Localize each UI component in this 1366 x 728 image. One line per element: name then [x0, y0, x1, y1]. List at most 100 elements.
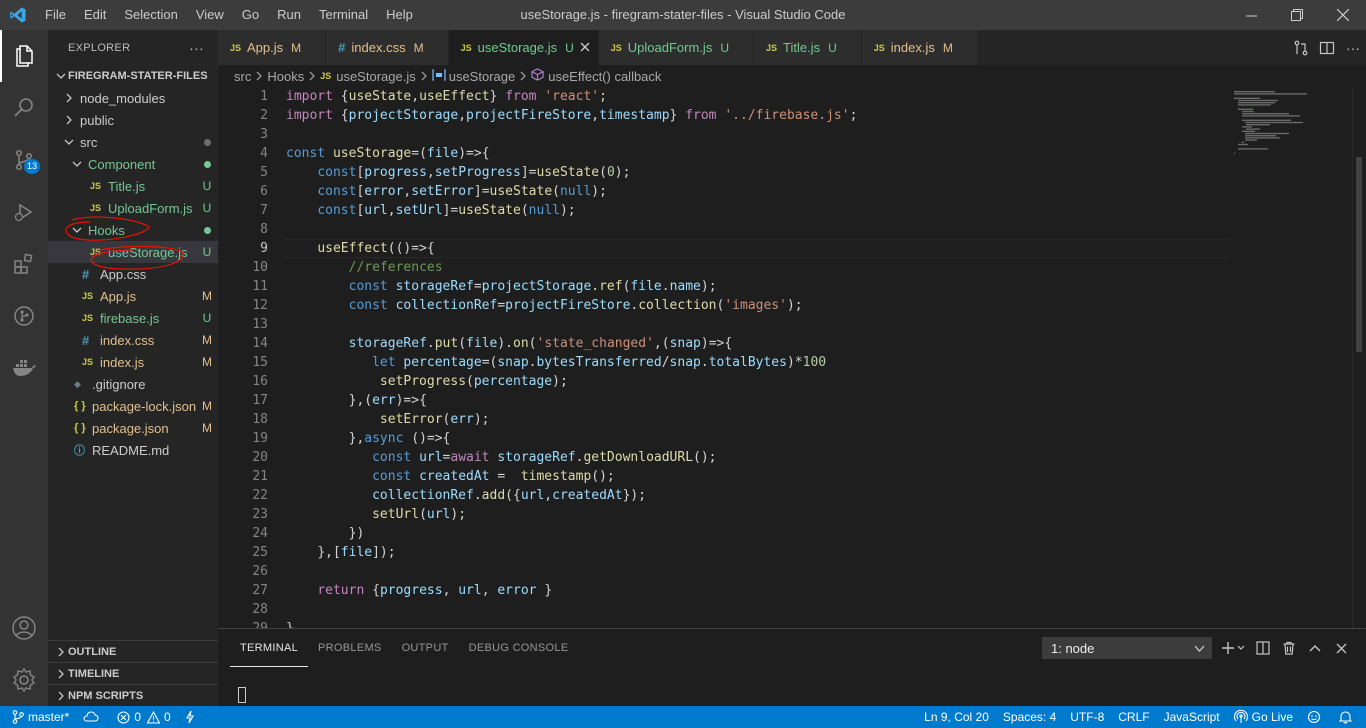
close-window-button[interactable]	[1320, 0, 1366, 30]
close-tab-icon[interactable]	[580, 40, 590, 55]
file-readme-md[interactable]: ⓘ README.md	[48, 439, 218, 461]
more-actions-icon[interactable]: ···	[1340, 40, 1366, 56]
tab-app-js[interactable]: JS App.js M	[218, 30, 327, 65]
file-usestorage-js[interactable]: JS useStorage.js U	[48, 241, 218, 263]
code-line[interactable]: return {progress, url, error }	[286, 581, 1226, 600]
code-line[interactable]: },async ()=>{	[286, 429, 1226, 448]
folder-public[interactable]: public	[48, 109, 218, 131]
tab-index-css[interactable]: # index.css M	[326, 30, 449, 65]
sync-item[interactable]	[76, 706, 110, 728]
code-line[interactable]: ​	[286, 562, 1226, 581]
tab-usestorage-js[interactable]: JS useStorage.js U	[448, 30, 599, 65]
code-line[interactable]: ​	[286, 600, 1226, 619]
code-line[interactable]: let percentage=(snap.bytesTransferred/sn…	[286, 353, 1226, 372]
code-editor[interactable]: 1 2 3 4 5 6 7 8 9 10 11 12 13 14 15 16 17 18 19 20 21 22 23 24 2…	[218, 87, 1366, 628]
code-line[interactable]: })	[286, 524, 1226, 543]
code-line[interactable]: storageRef.put(file).on('state_changed',…	[286, 334, 1226, 353]
explorer-icon[interactable]	[0, 30, 48, 82]
code-line[interactable]: const[error,setError]=useState(null);	[286, 182, 1226, 201]
split-terminal-icon[interactable]	[1250, 641, 1276, 655]
file-gitignore[interactable]: ◆ .gitignore	[48, 373, 218, 395]
feedback-icon[interactable]	[1300, 706, 1332, 728]
tab-debug-console[interactable]: DEBUG CONSOLE	[459, 629, 579, 667]
menu-help[interactable]: Help	[377, 0, 422, 30]
cursor-position[interactable]: Ln 9, Col 20	[917, 706, 996, 728]
code-line[interactable]: const[url,setUrl]=useState(null);	[286, 201, 1226, 220]
minimap[interactable]	[1230, 87, 1352, 628]
extensions-icon[interactable]	[0, 238, 48, 290]
lightning-item[interactable]	[178, 706, 206, 728]
notifications-bell-icon[interactable]	[1332, 706, 1366, 728]
minimize-button[interactable]	[1228, 0, 1274, 30]
menu-edit[interactable]: Edit	[75, 0, 115, 30]
code-line[interactable]: const collectionRef=projectFireStore.col…	[286, 296, 1226, 315]
code-line[interactable]: },[file]);	[286, 543, 1226, 562]
breadcrumb-src[interactable]: src	[234, 69, 251, 84]
search-icon[interactable]	[0, 82, 48, 134]
code-line[interactable]: ​	[286, 220, 1226, 239]
tab-terminal[interactable]: TERMINAL	[230, 629, 309, 667]
git-graph-icon[interactable]	[0, 290, 48, 342]
code-line[interactable]: }	[286, 619, 1226, 628]
menu-run[interactable]: Run	[268, 0, 310, 30]
code-line[interactable]: const storageRef=projectStorage.ref(file…	[286, 277, 1226, 296]
code-line[interactable]: setError(err);	[286, 410, 1226, 429]
encoding[interactable]: UTF-8	[1063, 706, 1111, 728]
source-control-icon[interactable]: 13	[0, 134, 48, 186]
file-index-css[interactable]: # index.css M	[48, 329, 218, 351]
indentation[interactable]: Spaces: 4	[996, 706, 1063, 728]
manage-gear-icon[interactable]	[0, 654, 48, 706]
file-title-js[interactable]: JS Title.js U	[48, 175, 218, 197]
new-terminal-icon[interactable]	[1218, 641, 1250, 655]
breadcrumb-hooks[interactable]: Hooks	[267, 69, 304, 84]
code-line[interactable]: const[progress,setProgress]=useState(0);	[286, 163, 1226, 182]
code-line[interactable]: const url=await storageRef.getDownloadUR…	[286, 448, 1226, 467]
file-package-lock-json[interactable]: { } package-lock.json M	[48, 395, 218, 417]
workspace-root[interactable]: FIREGRAM-STATER-FILES	[48, 65, 218, 87]
menu-selection[interactable]: Selection	[115, 0, 186, 30]
tab-output[interactable]: OUTPUT	[392, 629, 459, 667]
tab-uploadform-js[interactable]: JS UploadForm.js U	[598, 30, 754, 65]
timeline-section[interactable]: TIMELINE	[48, 662, 218, 684]
run-debug-icon[interactable]	[0, 186, 48, 238]
breadcrumb-file[interactable]: useStorage.js	[336, 69, 416, 84]
language-mode[interactable]: JavaScript	[1157, 706, 1227, 728]
code-line[interactable]: const useStorage=(file)=>{	[286, 144, 1226, 163]
menu-terminal[interactable]: Terminal	[310, 0, 377, 30]
folder-node-modules[interactable]: node_modules	[48, 87, 218, 109]
scrollbar-thumb[interactable]	[1356, 157, 1362, 352]
breadcrumb-symbol-usestorage[interactable]: useStorage	[449, 69, 516, 84]
code-line[interactable]: const createdAt = timestamp();	[286, 467, 1226, 486]
go-live-button[interactable]: Go Live	[1227, 706, 1300, 728]
folder-hooks[interactable]: Hooks	[48, 219, 218, 241]
tab-title-js[interactable]: JS Title.js U	[754, 30, 862, 65]
file-uploadform-js[interactable]: JS UploadForm.js U	[48, 197, 218, 219]
end-of-line[interactable]: CRLF	[1111, 706, 1156, 728]
folder-src[interactable]: src	[48, 131, 218, 153]
npm-scripts-section[interactable]: NPM SCRIPTS	[48, 684, 218, 706]
code-line[interactable]: collectionRef.add({url,createdAt});	[286, 486, 1226, 505]
restore-button[interactable]	[1274, 0, 1320, 30]
folder-component[interactable]: Component	[48, 153, 218, 175]
code-line[interactable]: //references	[286, 258, 1226, 277]
code-line[interactable]: ​	[286, 125, 1226, 144]
breadcrumb-symbol-useeffect[interactable]: useEffect() callback	[548, 69, 661, 84]
code-line[interactable]: import {projectStorage,projectFireStore,…	[286, 106, 1226, 125]
git-branch-item[interactable]: master*	[0, 706, 76, 728]
code-line[interactable]: ​	[286, 315, 1226, 334]
docker-icon[interactable]	[0, 342, 48, 394]
file-package-json[interactable]: { } package.json M	[48, 417, 218, 439]
code-line[interactable]: },(err)=>{	[286, 391, 1226, 410]
menu-go[interactable]: Go	[233, 0, 268, 30]
accounts-icon[interactable]	[0, 602, 48, 654]
open-changes-icon[interactable]	[1288, 40, 1314, 56]
close-panel-icon[interactable]	[1328, 643, 1354, 654]
vertical-scrollbar[interactable]	[1352, 87, 1366, 628]
file-firebase-js[interactable]: JS firebase.js U	[48, 307, 218, 329]
menu-view[interactable]: View	[187, 0, 233, 30]
file-app-css[interactable]: # App.css	[48, 263, 218, 285]
split-editor-icon[interactable]	[1314, 40, 1340, 56]
file-index-js[interactable]: JS index.js M	[48, 351, 218, 373]
code-line[interactable]: import {useState,useEffect} from 'react'…	[286, 87, 1226, 106]
tab-index-js[interactable]: JS index.js M	[861, 30, 978, 65]
